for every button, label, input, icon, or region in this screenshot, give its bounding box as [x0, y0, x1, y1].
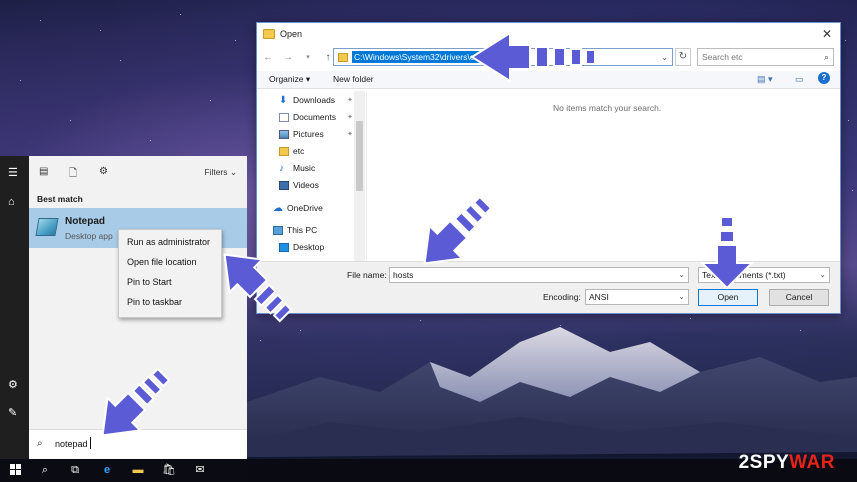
search-placeholder: Search etc	[702, 52, 743, 62]
navigation-pane: ⬇ Downloads ✦ Documents ✦ Pictures ✦ etc…	[257, 91, 367, 263]
scrollbar-thumb[interactable]	[356, 121, 363, 191]
dialog-title: Open	[280, 29, 303, 39]
chevron-down-icon[interactable]: ⌄	[678, 290, 685, 304]
context-menu: Run as administrator Open file location …	[118, 229, 222, 318]
sidebar-item-label: etc	[293, 146, 305, 156]
help-icon[interactable]: ?	[818, 72, 830, 84]
watermark-spy: SPY	[749, 452, 790, 473]
notepad-app-icon	[35, 218, 59, 236]
sidebar-item-label: Videos	[293, 180, 319, 190]
folder-icon	[279, 146, 289, 156]
pin-icon: ✦	[347, 97, 353, 104]
chevron-down-icon[interactable]: ⌄	[678, 268, 685, 282]
result-name: Notepad	[65, 216, 105, 227]
videos-icon	[279, 180, 289, 190]
pointer-arrow-filename	[423, 195, 493, 265]
sidebar-item-documents[interactable]: Documents ✦	[279, 112, 353, 122]
task-view-icon[interactable]: ⧉	[68, 463, 82, 477]
taskbar: ⌕ ⧉ e ▬ 🛍 ✉	[0, 459, 857, 482]
sidebar-item-label: Music	[293, 163, 316, 173]
sidebar-item-music[interactable]: ♪ Music	[279, 163, 315, 173]
file-explorer-icon[interactable]: ▬	[131, 463, 145, 477]
watermark-logo: 2SPYWAR	[739, 452, 835, 474]
cloud-icon: ☁	[273, 202, 283, 214]
menu-item-pin-to-taskbar[interactable]: Pin to taskbar	[127, 297, 182, 307]
encoding-select[interactable]: ANSI ⌄	[585, 289, 689, 305]
sidebar-item-label: This PC	[287, 225, 318, 235]
menu-item-run-as-administrator[interactable]: Run as administrator	[127, 237, 210, 247]
chevron-down-icon[interactable]: ⌄	[661, 53, 668, 62]
menu-item-pin-to-start[interactable]: Pin to Start	[127, 277, 172, 287]
folder-icon	[338, 52, 348, 62]
pointer-arrow-run-as-admin	[223, 253, 293, 323]
pin-icon: ✦	[347, 114, 353, 121]
recent-dropdown-icon[interactable]: ▾	[301, 53, 315, 61]
store-icon[interactable]: 🛍	[162, 463, 176, 477]
filters-button[interactable]: Filters ⌄	[204, 167, 237, 178]
notepad-icon	[263, 29, 275, 39]
pictures-icon	[279, 129, 289, 139]
pointer-arrow-address	[470, 31, 596, 83]
search-input[interactable]: Search etc ⌕	[697, 48, 834, 66]
computer-icon	[273, 225, 283, 235]
documents-icon	[279, 112, 289, 122]
pin-icon: ✦	[347, 131, 353, 138]
hamburger-menu-icon[interactable]: ☰	[8, 166, 18, 179]
sidebar-item-etc[interactable]: etc	[279, 146, 304, 156]
chevron-down-icon: ⌄	[229, 167, 237, 177]
search-icon: ⌕	[37, 438, 43, 449]
feedback-icon[interactable]: ✎	[8, 406, 17, 419]
documents-scope-icon[interactable]: 🗋	[69, 166, 77, 183]
preview-pane-icon[interactable]: ▭	[795, 74, 804, 85]
start-rail: ☰ ⌂ ⚙ ✎	[0, 156, 29, 459]
sidebar-item-label: Pictures	[293, 129, 324, 139]
sidebar-item-this-pc[interactable]: This PC	[273, 225, 317, 235]
pointer-arrow-open-button	[699, 216, 755, 290]
sidebar-item-videos[interactable]: Videos	[279, 180, 319, 190]
apps-scope-icon[interactable]: ▤	[39, 166, 48, 177]
music-icon: ♪	[279, 162, 284, 174]
mail-icon[interactable]: ✉	[193, 463, 207, 477]
encoding-value: ANSI	[589, 292, 609, 302]
sidebar-item-label: Documents	[293, 112, 336, 122]
edge-browser-icon[interactable]: e	[100, 463, 114, 477]
menu-item-open-file-location[interactable]: Open file location	[127, 257, 197, 267]
chevron-down-icon[interactable]: ⌄	[819, 268, 826, 282]
sidebar-item-downloads[interactable]: ⬇ Downloads ✦	[279, 94, 353, 106]
sidebar-item-pictures[interactable]: Pictures ✦	[279, 129, 353, 139]
forward-arrow-icon[interactable]: →	[281, 52, 295, 63]
sidebar-item-label: Downloads	[293, 95, 336, 105]
address-path[interactable]: C:\Windows\System32\drivers\etc	[352, 51, 484, 63]
windows-start-icon[interactable]	[8, 463, 22, 477]
search-query[interactable]: notepad	[55, 439, 88, 449]
empty-folder-message: No items match your search.	[553, 103, 662, 113]
watermark-war: WAR	[789, 452, 835, 473]
best-match-heading: Best match	[37, 194, 83, 204]
view-options-icon[interactable]: ▤ ▾	[757, 74, 773, 85]
result-type: Desktop app	[65, 231, 113, 241]
refresh-icon[interactable]: ↻	[675, 48, 691, 66]
file-name-label: File name:	[347, 270, 387, 280]
search-icon[interactable]: ⌕	[38, 463, 52, 477]
sidebar-item-onedrive[interactable]: ☁ OneDrive	[273, 203, 323, 213]
home-icon[interactable]: ⌂	[8, 196, 15, 208]
new-folder-button[interactable]: New folder	[333, 74, 374, 84]
cancel-button[interactable]: Cancel	[769, 289, 829, 306]
download-icon: ⬇	[279, 94, 288, 106]
settings-gear-icon[interactable]: ⚙	[8, 378, 18, 391]
settings-scope-icon[interactable]: ⚙	[99, 166, 108, 177]
close-icon[interactable]: ✕	[822, 27, 832, 41]
search-scope-bar: ▤ 🗋 ⚙ Filters ⌄	[29, 156, 247, 186]
search-icon: ⌕	[823, 52, 829, 62]
organize-button[interactable]: Organize ▾	[269, 74, 310, 85]
filters-label: Filters	[204, 167, 228, 177]
sidebar-item-label: OneDrive	[287, 203, 323, 213]
nav-scrollbar[interactable]	[354, 91, 365, 263]
back-arrow-icon[interactable]: ←	[261, 52, 275, 63]
open-button[interactable]: Open	[698, 289, 758, 306]
pointer-arrow-search	[101, 367, 171, 437]
watermark-two: 2	[738, 452, 750, 473]
encoding-label: Encoding:	[543, 292, 581, 302]
